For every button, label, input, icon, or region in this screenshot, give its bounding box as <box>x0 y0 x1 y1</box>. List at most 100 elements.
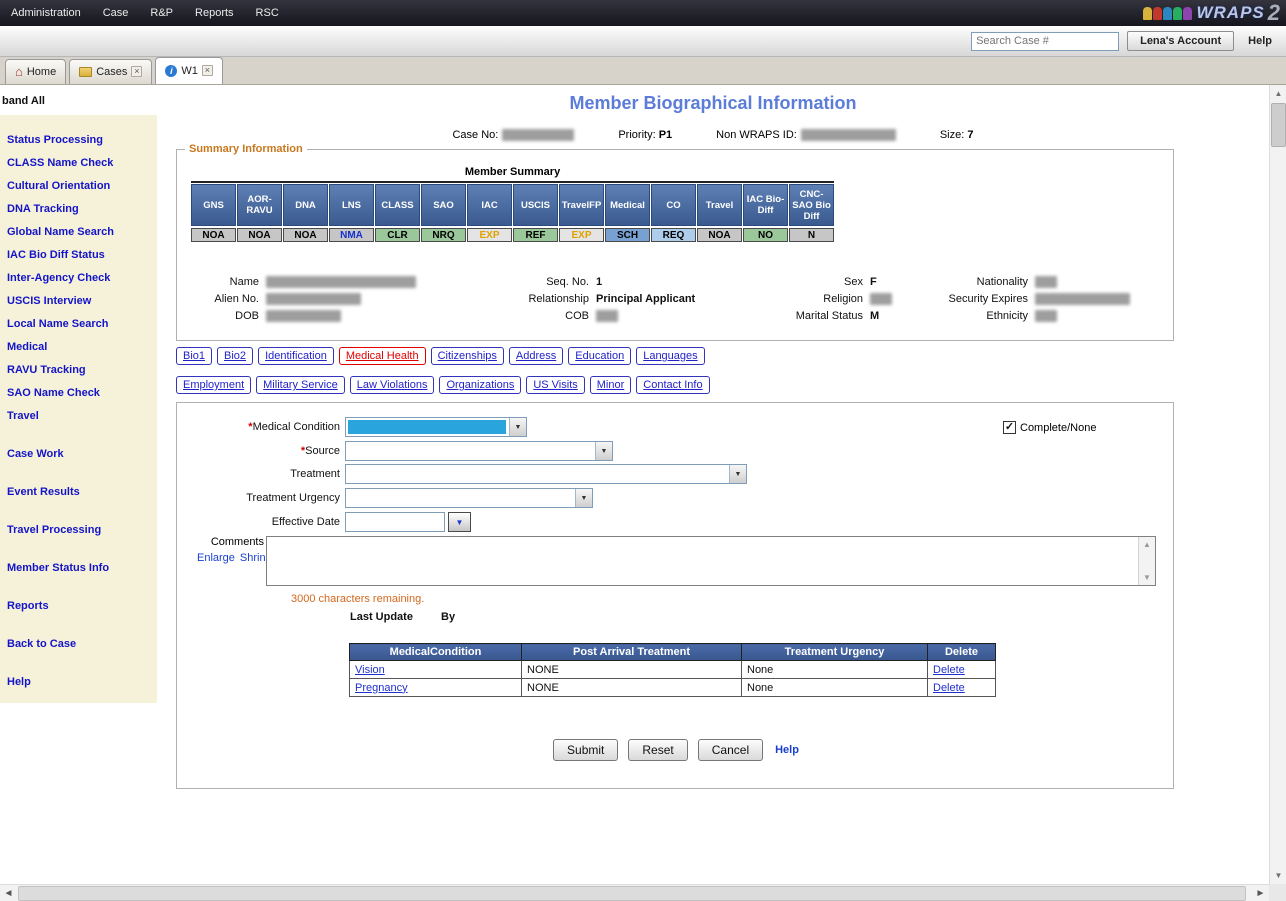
tab-organizations[interactable]: Organizations <box>439 376 521 394</box>
comments-resize-links: Enlarge Shrink <box>197 552 271 564</box>
tab-medical-health[interactable]: Medical Health <box>339 347 426 365</box>
close-icon[interactable]: × <box>202 65 213 76</box>
vertical-scroll-thumb[interactable] <box>1271 103 1286 147</box>
effective-date-input[interactable] <box>345 512 445 532</box>
tab-home-label: Home <box>27 66 56 78</box>
comments-textarea[interactable] <box>267 537 1137 585</box>
tab-education[interactable]: Education <box>568 347 631 365</box>
scroll-right-icon[interactable]: ► <box>1252 885 1269 901</box>
sidebar-item-class-name-check[interactable]: CLASS Name Check <box>0 152 157 175</box>
column-header: Treatment Urgency <box>742 644 928 661</box>
tab-employment[interactable]: Employment <box>176 376 251 394</box>
tab-citizenships[interactable]: Citizenships <box>431 347 504 365</box>
delete-link[interactable]: Delete <box>933 664 965 676</box>
menu-case[interactable]: Case <box>92 0 140 26</box>
tab-cases[interactable]: Cases × <box>69 59 152 84</box>
tab-languages[interactable]: Languages <box>636 347 704 365</box>
status-badge: NOA <box>697 228 742 242</box>
sidebar-item-local-name-search[interactable]: Local Name Search <box>0 313 157 336</box>
form-help-link[interactable]: Help <box>775 744 799 756</box>
delete-link[interactable]: Delete <box>933 682 965 694</box>
comments-scrollbar[interactable]: ▲ ▼ <box>1138 537 1155 585</box>
sidebar-item-medical[interactable]: Medical <box>0 336 157 359</box>
source-label: *Source <box>177 445 345 457</box>
sidebar-item-ravu-tracking[interactable]: RAVU Tracking <box>0 359 157 382</box>
treatment-row: Treatment ▼ <box>177 464 747 484</box>
sidebar-item-event-results[interactable]: Event Results <box>0 481 157 504</box>
treatment-urgency-select[interactable]: ▼ <box>345 488 593 508</box>
search-case-input[interactable] <box>971 32 1119 51</box>
treatment-cell: NONE <box>522 679 742 697</box>
tab-identification[interactable]: Identification <box>258 347 334 365</box>
sidebar-item-case-work[interactable]: Case Work <box>0 443 157 466</box>
scroll-left-icon[interactable]: ◄ <box>0 885 17 901</box>
summary-legend: Summary Information <box>185 143 307 155</box>
submit-button[interactable]: Submit <box>553 739 618 761</box>
sidebar-item-member-status-info[interactable]: Member Status Info <box>0 557 157 580</box>
redacted-dob <box>266 310 451 322</box>
account-button[interactable]: Lena's Account <box>1127 31 1234 51</box>
effective-date-row: Effective Date ▼ <box>177 512 471 532</box>
sidebar-item-uscis-interview[interactable]: USCIS Interview <box>0 290 157 313</box>
tab-address[interactable]: Address <box>509 347 563 365</box>
ethnicity-label: Ethnicity <box>925 310 1035 322</box>
sidebar-item-sao-name-check[interactable]: SAO Name Check <box>0 382 157 405</box>
treatment-select[interactable]: ▼ <box>345 464 747 484</box>
topbar-help-link[interactable]: Help <box>1242 32 1278 50</box>
menu-rsc[interactable]: RSC <box>245 0 290 26</box>
scroll-up-icon[interactable]: ▲ <box>1143 540 1151 549</box>
sidebar-item-iac-bio-diff-status[interactable]: IAC Bio Diff Status <box>0 244 157 267</box>
sidebar-item-status-processing[interactable]: Status Processing <box>0 129 157 152</box>
religion-label: Religion <box>746 293 870 305</box>
tab-w1[interactable]: i W1 × <box>155 57 223 84</box>
tab-minor[interactable]: Minor <box>590 376 632 394</box>
chevron-down-icon[interactable]: ▼ <box>729 465 746 483</box>
member-summary-statuses: NOA NOA NOA NMA CLR NRQ EXP REF EXP SCH … <box>191 228 834 242</box>
calendar-dropdown-button[interactable]: ▼ <box>448 512 471 532</box>
chevron-down-icon[interactable]: ▼ <box>575 489 592 507</box>
redacted-security-expires <box>1035 293 1155 305</box>
sidebar-item-back-to-case[interactable]: Back to Case <box>0 633 157 656</box>
tab-law-violations[interactable]: Law Violations <box>350 376 435 394</box>
tab-bio1[interactable]: Bio1 <box>176 347 212 365</box>
member-summary-table: Member Summary GNS AOR-RAVU DNA LNS CLAS… <box>191 166 834 242</box>
chevron-down-icon[interactable]: ▼ <box>595 442 612 460</box>
wraps-logo: WRAPS 2 <box>1143 0 1280 26</box>
sidebar-item-global-name-search[interactable]: Global Name Search <box>0 221 157 244</box>
tab-us-visits[interactable]: US Visits <box>526 376 584 394</box>
tab-military-service[interactable]: Military Service <box>256 376 345 394</box>
menu-administration[interactable]: Administration <box>0 0 92 26</box>
scroll-down-icon[interactable]: ▼ <box>1143 573 1151 582</box>
expand-all-link[interactable]: band All <box>0 85 157 107</box>
sidebar-item-cultural-orientation[interactable]: Cultural Orientation <box>0 175 157 198</box>
cancel-button[interactable]: Cancel <box>698 739 763 761</box>
tab-contact-info[interactable]: Contact Info <box>636 376 709 394</box>
tab-home[interactable]: ⌂ Home <box>5 59 66 84</box>
sidebar-item-travel-processing[interactable]: Travel Processing <box>0 519 157 542</box>
menu-rp[interactable]: R&P <box>139 0 184 26</box>
sidebar-item-dna-tracking[interactable]: DNA Tracking <box>0 198 157 221</box>
reset-button[interactable]: Reset <box>628 739 687 761</box>
sidebar-item-help[interactable]: Help <box>0 671 157 694</box>
security-expires-label: Security Expires <box>925 293 1035 305</box>
medical-condition-select[interactable]: ▼ <box>345 417 527 437</box>
condition-link[interactable]: Vision <box>355 664 385 676</box>
scroll-down-icon[interactable]: ▼ <box>1270 867 1286 884</box>
horizontal-scrollbar[interactable]: ◄ ► <box>0 884 1286 901</box>
enlarge-link[interactable]: Enlarge <box>197 552 235 564</box>
vertical-scrollbar[interactable]: ▲ ▼ <box>1269 85 1286 884</box>
marital-status-label: Marital Status <box>746 310 870 322</box>
source-select[interactable]: ▼ <box>345 441 613 461</box>
sidebar-item-inter-agency-check[interactable]: Inter-Agency Check <box>0 267 157 290</box>
chevron-down-icon[interactable]: ▼ <box>509 418 526 436</box>
condition-link[interactable]: Pregnancy <box>355 682 408 694</box>
scroll-up-icon[interactable]: ▲ <box>1270 85 1286 102</box>
close-icon[interactable]: × <box>131 66 142 77</box>
menu-reports[interactable]: Reports <box>184 0 245 26</box>
sidebar-item-reports[interactable]: Reports <box>0 595 157 618</box>
horizontal-scroll-thumb[interactable] <box>18 886 1246 901</box>
last-update-label: Last Update <box>350 611 413 623</box>
sidebar-item-travel[interactable]: Travel <box>0 405 157 428</box>
tab-bio2[interactable]: Bio2 <box>217 347 253 365</box>
complete-none-checkbox[interactable]: ✓ <box>1003 421 1016 434</box>
